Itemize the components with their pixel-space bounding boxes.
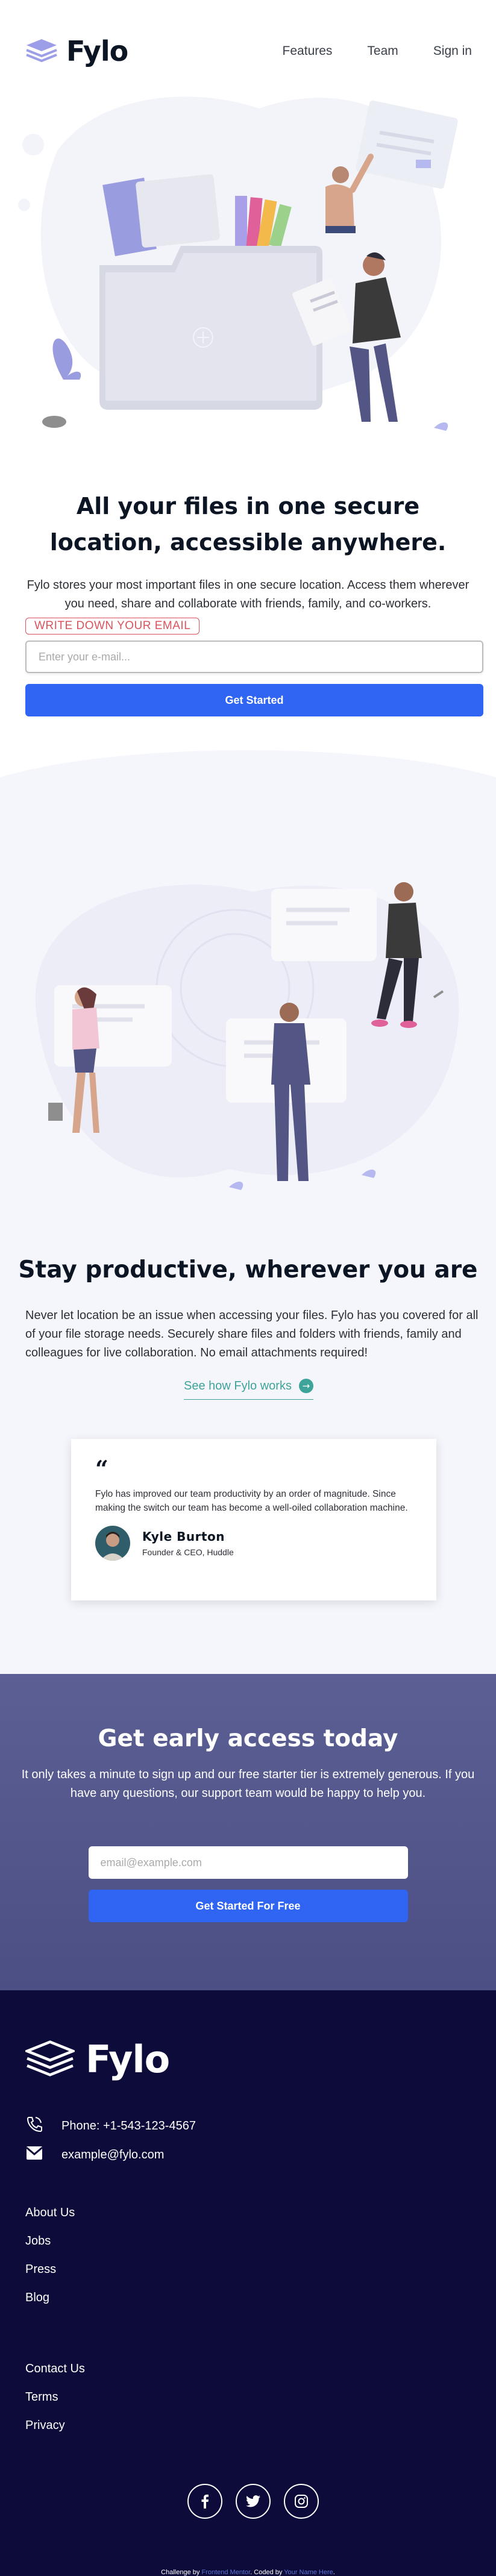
twitter-icon[interactable]	[236, 2484, 271, 2519]
nav-features[interactable]: Features	[283, 44, 333, 58]
footer-link-jobs[interactable]: Jobs	[25, 2234, 75, 2248]
brand-name: Fylo	[66, 35, 128, 67]
footer-phone-text[interactable]: Phone: +1-543-123-4567	[61, 2119, 196, 2133]
footer-brand[interactable]: Fylo	[23, 2037, 170, 2081]
testimonial-author: Kyle Burton Founder & CEO, Huddle	[95, 1526, 412, 1561]
footer-links-secondary: Contact Us Terms Privacy	[25, 2362, 85, 2447]
footer: Fylo Phone: +1-543-123-4567 example@fylo…	[0, 1990, 496, 2576]
footer-brand-name: Fylo	[86, 2037, 170, 2081]
footer-link-terms[interactable]: Terms	[25, 2390, 85, 2404]
attribution-middle: . Coded by	[250, 2569, 283, 2576]
testimonial-name: Kyle Burton	[142, 1529, 225, 1544]
header: Fylo Features Team Sign in	[0, 0, 496, 102]
email-icon	[25, 2145, 43, 2164]
hero-email-input[interactable]	[25, 641, 483, 673]
footer-link-press[interactable]: Press	[25, 2263, 75, 2277]
attribution-suffix: .	[333, 2569, 335, 2576]
email-error-message: WRITE DOWN YOUR EMAIL	[25, 618, 200, 635]
footer-links-primary: About Us Jobs Press Blog	[25, 2206, 75, 2319]
main-nav: Features Team Sign in	[283, 44, 472, 58]
testimonial-card: “ Fylo has improved our team productivit…	[71, 1439, 436, 1600]
phone-icon	[25, 2115, 43, 2137]
attribution-author-link[interactable]: Your Name Here	[284, 2569, 333, 2576]
productive-text: Never let location be an issue when acce…	[25, 1309, 479, 1359]
testimonial-role: Founder & CEO, Huddle	[142, 1547, 234, 1557]
productive-title: Stay productive, wherever you are	[18, 1256, 478, 1283]
page: Fylo Features Team Sign in All your file…	[0, 0, 496, 2576]
nav-sign-in[interactable]: Sign in	[433, 44, 472, 58]
hero-signup-form: WRITE DOWN YOUR EMAIL Get Started	[25, 618, 483, 716]
hero-illustration	[18, 96, 458, 431]
footer-email-text[interactable]: example@fylo.com	[61, 2148, 164, 2162]
attribution: Challenge by Frontend Mentor. Coded by Y…	[0, 2569, 496, 2576]
early-access-text: It only takes a minute to sign up and ou…	[21, 1768, 475, 1800]
brand[interactable]: Fylo	[25, 35, 128, 67]
avatar	[95, 1526, 130, 1561]
early-access-section: Get early access today It only takes a m…	[0, 1674, 496, 1990]
footer-email: example@fylo.com	[25, 2145, 164, 2164]
hero-text: All your files in one secure location, a…	[0, 488, 496, 613]
early-access-email-input[interactable]	[88, 1846, 408, 1879]
attribution-prefix: Challenge by	[161, 2569, 200, 2576]
fylo-logo-icon	[23, 2039, 77, 2080]
instagram-icon[interactable]	[284, 2484, 319, 2519]
productive-illustration	[35, 882, 459, 1190]
nav-team[interactable]: Team	[367, 44, 398, 58]
testimonial-text: Fylo has improved our team productivity …	[95, 1489, 408, 1513]
get-started-button[interactable]: Get Started	[25, 684, 483, 716]
see-how-link[interactable]: See how Fylo works →	[184, 1379, 313, 1400]
hero-subtitle: Fylo stores your most important files in…	[27, 578, 469, 610]
get-started-free-button[interactable]: Get Started For Free	[88, 1890, 408, 1922]
attribution-source-link[interactable]: Frontend Mentor	[201, 2569, 250, 2576]
footer-link-about[interactable]: About Us	[25, 2206, 75, 2220]
footer-link-blog[interactable]: Blog	[25, 2291, 75, 2305]
early-access-title: Get early access today	[98, 1725, 398, 1752]
footer-phone: Phone: +1-543-123-4567	[25, 2115, 196, 2137]
fylo-logo-icon	[25, 38, 58, 64]
hero-title: All your files in one secure location, a…	[49, 493, 447, 556]
arrow-right-icon: →	[298, 1379, 313, 1393]
quote-icon: “	[95, 1455, 108, 1482]
footer-link-privacy[interactable]: Privacy	[25, 2419, 85, 2433]
facebook-icon[interactable]	[187, 2484, 222, 2519]
footer-link-contact[interactable]: Contact Us	[25, 2362, 85, 2376]
see-how-label: See how Fylo works	[184, 1379, 292, 1393]
